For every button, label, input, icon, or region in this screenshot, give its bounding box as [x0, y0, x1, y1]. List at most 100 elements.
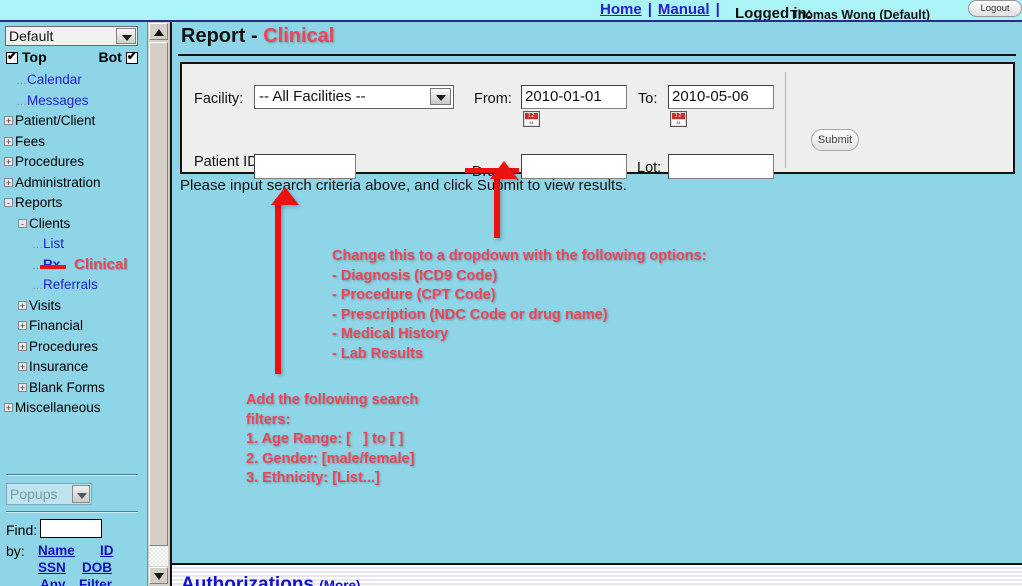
- expand-plus-icon[interactable]: +: [18, 382, 27, 392]
- authorizations-title: Authorizations (More): [181, 574, 361, 586]
- sidebar-item-calendar-label[interactable]: Calendar: [27, 72, 82, 87]
- sidebar-item-fees[interactable]: + Fees: [2, 132, 147, 153]
- logout-button[interactable]: Logout: [968, 0, 1022, 17]
- help-text: Please input search criteria above, and …: [180, 177, 627, 194]
- calendar-icon-top-text: 12: [525, 113, 538, 119]
- tree-leaf-dash-icon: …: [32, 280, 43, 292]
- sidebar-item-miscellaneous[interactable]: + Miscellaneous: [2, 398, 147, 419]
- popups-select[interactable]: Popups: [6, 483, 92, 505]
- drug-input[interactable]: [521, 154, 627, 179]
- submit-button[interactable]: Submit: [811, 129, 859, 151]
- theme-select-value: Default: [9, 28, 54, 44]
- tree-leaf-dash-icon: …: [16, 95, 27, 108]
- expand-plus-icon[interactable]: +: [4, 157, 13, 167]
- top-label: Top: [22, 49, 47, 65]
- arrow-shaft: [275, 199, 281, 374]
- title-divider: [178, 54, 1016, 56]
- expand-plus-icon[interactable]: +: [4, 116, 13, 126]
- collapse-minus-icon[interactable]: -: [18, 218, 27, 228]
- sidebar-item-procedures-reports[interactable]: + Procedures: [2, 337, 147, 358]
- home-link[interactable]: Home: [600, 1, 642, 18]
- facility-select-value: -- All Facilities --: [259, 88, 366, 105]
- expand-plus-icon[interactable]: +: [18, 341, 27, 351]
- page-title-annotation: Clinical: [263, 25, 335, 47]
- sidebar-item-patient-client[interactable]: + Patient/Client: [2, 111, 147, 132]
- sidebar-item-referrals[interactable]: …Referrals: [2, 275, 147, 296]
- expand-plus-icon[interactable]: +: [4, 177, 13, 187]
- sidebar-item-procedures[interactable]: + Procedures: [2, 152, 147, 173]
- authorizations-more-link[interactable]: (More): [319, 578, 360, 586]
- sidebar-item-calendar[interactable]: …Calendar: [2, 70, 147, 91]
- find-by-ssn-link[interactable]: SSN: [38, 560, 66, 575]
- sidebar-item-list-label[interactable]: List: [43, 236, 64, 251]
- arrow-head: [271, 187, 299, 205]
- sidebar-item-messages[interactable]: …Messages: [2, 91, 147, 112]
- sidebar-item-referrals-label[interactable]: Referrals: [43, 277, 98, 292]
- sidebar-item-visits[interactable]: + Visits: [2, 296, 147, 317]
- expand-plus-icon[interactable]: +: [18, 321, 27, 331]
- sidebar-item-reports[interactable]: - Reports: [2, 193, 147, 214]
- panel-vertical-divider: [785, 72, 786, 168]
- chevron-down-icon[interactable]: [430, 88, 451, 105]
- find-label: Find:: [6, 522, 38, 538]
- find-input[interactable]: [40, 519, 102, 538]
- sidebar-item-rx[interactable]: …Rx Clinical: [2, 255, 147, 276]
- expand-plus-icon[interactable]: +: [4, 403, 13, 413]
- expand-plus-icon[interactable]: +: [18, 300, 27, 310]
- manual-link[interactable]: Manual: [658, 1, 710, 18]
- expand-plus-icon[interactable]: +: [18, 362, 27, 372]
- find-by-dob-link[interactable]: DOB: [82, 560, 112, 575]
- sidebar-item-procedures-label: Procedures: [15, 154, 85, 169]
- facility-label: Facility:: [194, 91, 244, 107]
- theme-select[interactable]: Default: [5, 26, 138, 46]
- scrollbar-track[interactable]: [149, 546, 168, 566]
- scroll-up-arrow-icon[interactable]: [149, 23, 168, 40]
- find-by-name-link[interactable]: Name: [38, 543, 75, 558]
- annotation-arrow-patient-id: [271, 187, 299, 377]
- sidebar-item-messages-label[interactable]: Messages: [27, 93, 89, 108]
- sidebar-item-fees-label: Fees: [15, 133, 46, 149]
- sidebar-scrollbar[interactable]: [147, 22, 169, 586]
- bot-label: Bot: [98, 49, 122, 65]
- patient-id-input[interactable]: [254, 154, 356, 179]
- find-by-label: by:: [6, 543, 25, 559]
- sidebar-divider-middle: [6, 511, 138, 513]
- patient-id-label: Patient ID:: [194, 154, 262, 170]
- sidebar-item-rx-label-struck[interactable]: Rx: [43, 257, 60, 272]
- find-by-any-link[interactable]: Any: [40, 577, 66, 586]
- sidebar-item-administration-label: Administration: [15, 174, 101, 190]
- sidebar-item-insurance-label: Insurance: [29, 359, 89, 374]
- sidebar-item-blank-forms-label: Blank Forms: [29, 379, 105, 395]
- facility-select[interactable]: -- All Facilities --: [254, 85, 454, 109]
- sidebar-item-administration[interactable]: + Administration: [2, 173, 147, 194]
- expand-plus-icon[interactable]: +: [4, 136, 13, 146]
- sidebar-item-blank-forms[interactable]: + Blank Forms: [2, 378, 147, 399]
- sidebar-item-list[interactable]: …List: [2, 234, 147, 255]
- tree-leaf-dash-icon: …: [16, 75, 27, 87]
- calendar-picker-icon-from[interactable]: 12 31: [523, 111, 540, 127]
- find-by-filter-link[interactable]: Filter: [79, 577, 112, 586]
- scroll-down-arrow-icon[interactable]: [149, 567, 168, 584]
- sidebar-item-procedures-reports-label: Procedures: [29, 338, 99, 354]
- page-title-static: Report -: [181, 25, 264, 47]
- top-checkbox[interactable]: [6, 49, 18, 64]
- collapse-minus-icon[interactable]: -: [4, 198, 13, 208]
- chevron-down-icon[interactable]: [116, 28, 136, 44]
- annotation-filters-note: Add the following search filters: 1. Age…: [246, 392, 419, 486]
- from-date-input[interactable]: 2010-01-01: [521, 85, 627, 109]
- sidebar-nav-tree: …Calendar …Messages + Patient/Client + Fee…: [2, 70, 147, 419]
- calendar-picker-icon-to[interactable]: 12 31: [670, 111, 687, 127]
- sidebar-item-financial[interactable]: + Financial: [2, 316, 147, 337]
- bot-checkbox[interactable]: [125, 49, 138, 64]
- lot-label: Lot:: [637, 160, 662, 176]
- sidebar-item-insurance[interactable]: + Insurance: [2, 357, 147, 378]
- chevron-down-icon[interactable]: [72, 485, 90, 503]
- nav-separator-1: |: [647, 1, 652, 18]
- find-by-id-link[interactable]: ID: [100, 543, 114, 558]
- popups-select-value: Popups: [10, 486, 58, 502]
- sidebar-item-clients[interactable]: - Clients: [2, 214, 147, 235]
- lot-input[interactable]: [668, 154, 774, 179]
- logged-in-user: Thomas Wong (Default): [790, 8, 931, 22]
- scrollbar-thumb[interactable]: [149, 42, 168, 546]
- to-date-input[interactable]: 2010-05-06: [668, 85, 774, 109]
